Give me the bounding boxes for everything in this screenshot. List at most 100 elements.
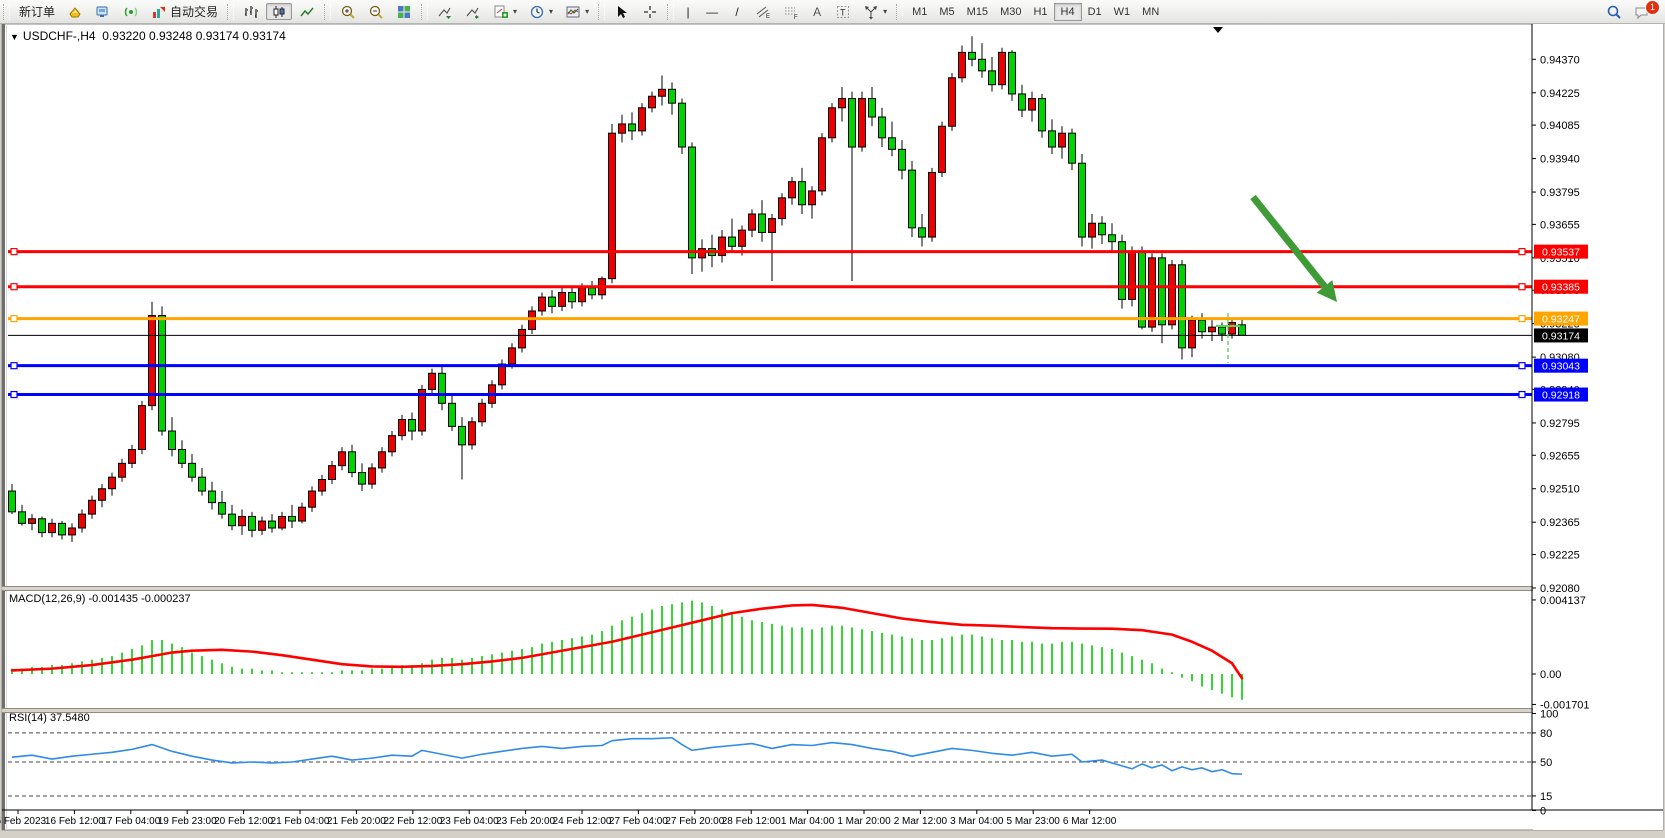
bull-candle (429, 373, 436, 389)
bear-candle (39, 519, 46, 533)
tile-windows-button[interactable] (391, 3, 417, 20)
tab-timeframe-m30[interactable]: M30 (994, 4, 1027, 20)
bull-candle (279, 516, 286, 528)
bear-candle (59, 523, 66, 535)
tab-timeframe-m15[interactable]: M15 (961, 4, 994, 20)
bull-candle (579, 288, 586, 302)
bear-candle (629, 124, 636, 131)
new-order-button[interactable]: 新订单 (14, 3, 60, 20)
template-button[interactable]: ▾ (560, 3, 594, 20)
bear-candle (179, 449, 186, 463)
tab-timeframe-mn[interactable]: MN (1136, 4, 1165, 20)
search-icon[interactable] (1601, 3, 1627, 20)
time-tick-label: 27 Feb 20:00 (665, 816, 724, 827)
tab-timeframe-d1[interactable]: D1 (1082, 4, 1108, 20)
bull-candle (529, 311, 536, 329)
bear-candle (1019, 94, 1026, 110)
bull-candle (1089, 223, 1096, 237)
toolbar-grip (227, 4, 234, 20)
bear-candle (799, 182, 806, 205)
tab-timeframe-h1[interactable]: H1 (1027, 4, 1053, 20)
svg-text:E: E (766, 14, 770, 20)
bull-candle (699, 249, 706, 258)
bull-candle (839, 99, 846, 108)
svg-text:F: F (794, 15, 798, 20)
auto-trading-button[interactable]: 自动交易 (146, 3, 223, 20)
price-tick-label: 0.93655 (1540, 219, 1580, 231)
price-tick-label: 0.92080 (1540, 583, 1580, 595)
bull-candle (1209, 327, 1216, 332)
fibonacci-tool[interactable]: F (778, 3, 804, 20)
notifications-icon[interactable]: 1 (1629, 3, 1655, 20)
bull-candle (749, 214, 756, 230)
add-indicator-button[interactable]: ▾ (488, 3, 522, 20)
vertical-line-tool[interactable]: | (678, 3, 698, 20)
bull-candle (389, 436, 396, 452)
bear-candle (899, 149, 906, 170)
bull-candle (239, 516, 246, 525)
zoom-in-button[interactable] (335, 3, 361, 20)
chart-shift-button[interactable] (460, 3, 486, 20)
cursor-tool-button[interactable] (609, 3, 635, 20)
price-tick-label: 0.94225 (1540, 88, 1580, 100)
time-tick-label: 27 Feb 04:00 (609, 816, 668, 827)
line-anchor (11, 316, 17, 322)
price-line-badge-label: 0.93385 (1542, 282, 1580, 294)
time-tick-label: 22 Feb 12:00 (383, 816, 442, 827)
bull-candle (259, 521, 266, 530)
bull-candle (119, 463, 126, 477)
bear-candle (669, 89, 676, 103)
bear-candle (1079, 163, 1086, 237)
text-tool[interactable]: A (806, 3, 828, 20)
tab-timeframe-w1[interactable]: W1 (1108, 4, 1137, 20)
chevron-down-icon: ▾ (585, 7, 589, 16)
bear-candle (219, 503, 226, 515)
tab-timeframe-m1[interactable]: M1 (906, 4, 933, 20)
chart-canvas[interactable]: 0.943700.942250.940850.939400.937950.936… (0, 0, 1665, 838)
bear-candle (459, 426, 466, 444)
line-anchor (1519, 316, 1525, 322)
notification-badge: 1 (1645, 0, 1660, 15)
arrows-tool[interactable]: ▾ (858, 3, 892, 20)
chevron-down-icon: ▾ (513, 7, 517, 16)
time-tick-label: 20 Feb 12:00 (214, 816, 273, 827)
bear-candle (289, 516, 296, 521)
bear-candle (409, 419, 416, 431)
tab-timeframe-m5[interactable]: M5 (933, 4, 960, 20)
bear-candle (1039, 99, 1046, 131)
bear-candle (569, 292, 576, 301)
equidistant-channel-tool[interactable]: E (750, 3, 776, 20)
bear-candle (909, 170, 916, 228)
text-label-tool[interactable]: T (830, 3, 856, 20)
line-anchor (1519, 363, 1525, 369)
line-anchor (1519, 392, 1525, 398)
bull-candle (109, 477, 116, 489)
signal-icon[interactable] (118, 3, 144, 20)
bar-chart-button[interactable] (238, 3, 264, 20)
crosshair-tool-button[interactable] (637, 3, 663, 20)
gold-icon[interactable] (62, 3, 88, 20)
toolbar-grip (324, 4, 331, 20)
bull-candle (609, 133, 616, 278)
zoom-out-button[interactable] (363, 3, 389, 20)
trendline-tool[interactable]: / (726, 3, 748, 20)
bull-candle (769, 219, 776, 233)
price-line-badge-label: 0.93537 (1542, 247, 1580, 259)
period-clock-button[interactable]: ▾ (524, 3, 558, 20)
auto-scroll-button[interactable] (432, 3, 458, 20)
line-chart-button[interactable] (294, 3, 320, 20)
rsi-axis-label: 15 (1540, 791, 1552, 803)
line-anchor (11, 249, 17, 255)
time-tick-label: 15 Feb 2023 (0, 816, 47, 827)
terminal-icon[interactable] (90, 3, 116, 20)
bull-candle (499, 364, 506, 385)
bear-candle (989, 71, 996, 85)
price-tick-label: 0.92510 (1540, 484, 1580, 496)
horizontal-line-tool[interactable]: — (700, 3, 724, 20)
mt4-window: 新订单 自动交易 (0, 0, 1665, 838)
line-anchor (1519, 284, 1525, 290)
candlestick-chart-button[interactable] (266, 3, 292, 20)
bear-candle (869, 99, 876, 117)
bear-candle (689, 147, 696, 258)
tab-timeframe-h4[interactable]: H4 (1054, 3, 1082, 21)
